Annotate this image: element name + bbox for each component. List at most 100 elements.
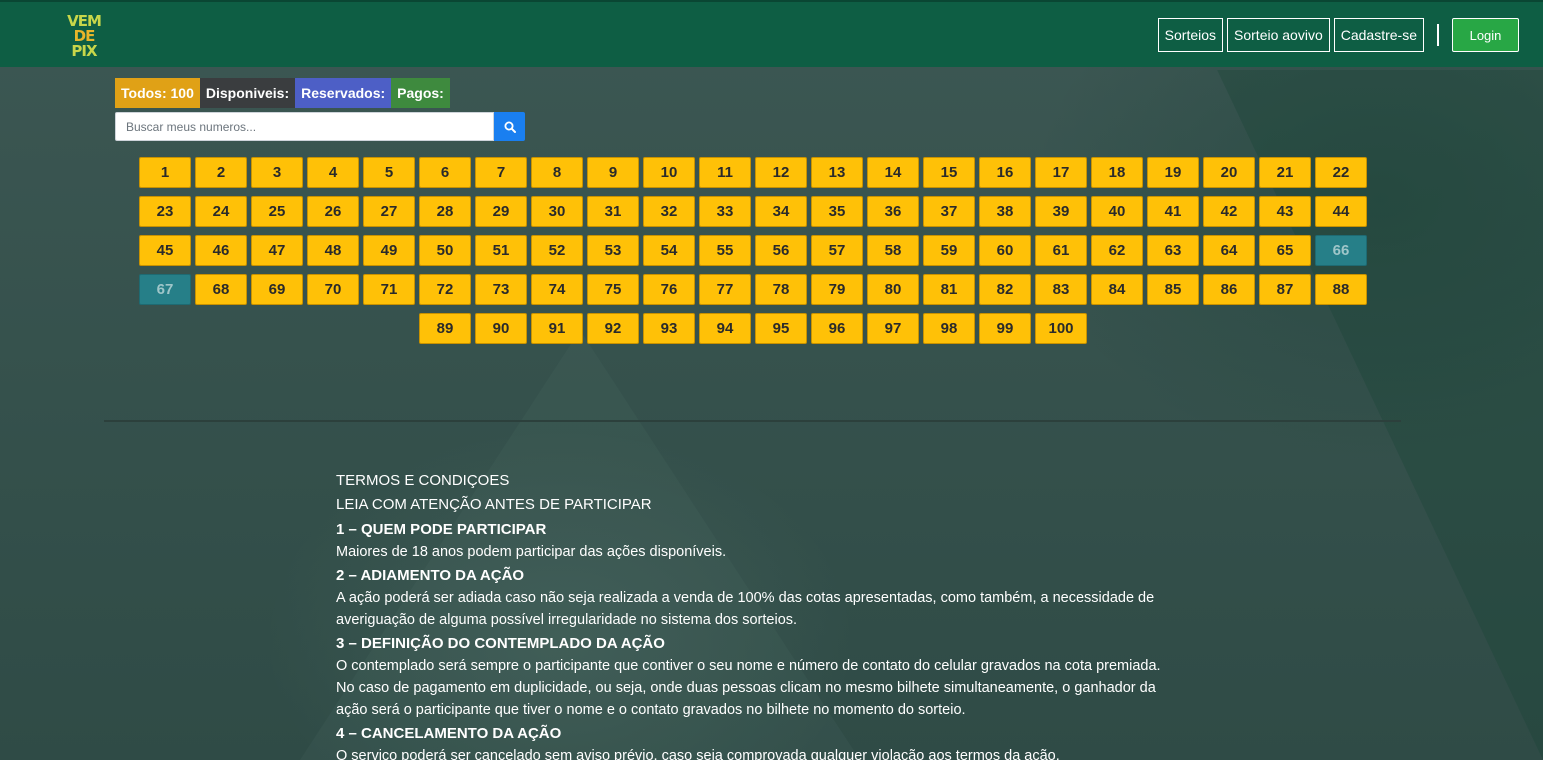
number-tile[interactable]: 45 — [139, 235, 191, 266]
number-tile[interactable]: 37 — [923, 196, 975, 227]
number-tile[interactable]: 59 — [923, 235, 975, 266]
number-tile[interactable]: 69 — [251, 274, 303, 305]
number-tile[interactable]: 33 — [699, 196, 751, 227]
number-tile[interactable]: 75 — [587, 274, 639, 305]
number-tile[interactable]: 14 — [867, 157, 919, 188]
number-tile[interactable]: 68 — [195, 274, 247, 305]
nav-sorteio-aovivo[interactable]: Sorteio aovivo — [1227, 18, 1330, 52]
number-tile[interactable]: 42 — [1203, 196, 1255, 227]
number-tile[interactable]: 25 — [251, 196, 303, 227]
number-tile[interactable]: 23 — [139, 196, 191, 227]
number-tile[interactable]: 29 — [475, 196, 527, 227]
number-tile[interactable]: 91 — [531, 313, 583, 344]
number-tile[interactable]: 3 — [251, 157, 303, 188]
search-button[interactable] — [494, 112, 525, 141]
number-tile[interactable]: 81 — [923, 274, 975, 305]
number-tile[interactable]: 47 — [251, 235, 303, 266]
number-tile[interactable]: 71 — [363, 274, 415, 305]
number-tile[interactable]: 32 — [643, 196, 695, 227]
number-tile[interactable]: 11 — [699, 157, 751, 188]
number-tile[interactable]: 39 — [1035, 196, 1087, 227]
number-tile[interactable]: 50 — [419, 235, 471, 266]
number-tile[interactable]: 4 — [307, 157, 359, 188]
number-tile[interactable]: 80 — [867, 274, 919, 305]
number-tile[interactable]: 22 — [1315, 157, 1367, 188]
number-tile[interactable]: 53 — [587, 235, 639, 266]
nav-cadastre-se[interactable]: Cadastre-se — [1333, 18, 1424, 52]
number-tile[interactable]: 82 — [979, 274, 1031, 305]
number-tile[interactable]: 43 — [1259, 196, 1311, 227]
filter-reserved[interactable]: Reservados: — [295, 78, 392, 108]
number-tile[interactable]: 17 — [1035, 157, 1087, 188]
number-tile[interactable]: 7 — [475, 157, 527, 188]
number-tile[interactable]: 52 — [531, 235, 583, 266]
number-tile[interactable]: 12 — [755, 157, 807, 188]
number-tile[interactable]: 55 — [699, 235, 751, 266]
number-tile[interactable]: 86 — [1203, 274, 1255, 305]
number-tile[interactable]: 89 — [419, 313, 471, 344]
number-tile[interactable]: 30 — [531, 196, 583, 227]
number-tile[interactable]: 93 — [643, 313, 695, 344]
number-tile[interactable]: 83 — [1035, 274, 1087, 305]
number-tile[interactable]: 77 — [699, 274, 751, 305]
number-tile[interactable]: 48 — [307, 235, 359, 266]
number-tile[interactable]: 88 — [1315, 274, 1367, 305]
number-tile[interactable]: 58 — [867, 235, 919, 266]
number-tile[interactable]: 38 — [979, 196, 1031, 227]
number-tile[interactable]: 18 — [1091, 157, 1143, 188]
number-tile[interactable]: 57 — [811, 235, 863, 266]
number-tile[interactable]: 34 — [755, 196, 807, 227]
filter-paid[interactable]: Pagos: — [391, 78, 450, 108]
number-tile[interactable]: 5 — [363, 157, 415, 188]
number-tile[interactable]: 26 — [307, 196, 359, 227]
number-tile[interactable]: 46 — [195, 235, 247, 266]
filter-all[interactable]: Todos: 100 — [115, 78, 200, 108]
number-tile[interactable]: 92 — [587, 313, 639, 344]
number-tile[interactable]: 44 — [1315, 196, 1367, 227]
number-tile[interactable]: 60 — [979, 235, 1031, 266]
number-tile[interactable]: 15 — [923, 157, 975, 188]
number-tile[interactable]: 87 — [1259, 274, 1311, 305]
number-tile[interactable]: 27 — [363, 196, 415, 227]
number-tile[interactable]: 98 — [923, 313, 975, 344]
login-button[interactable]: Login — [1452, 18, 1519, 52]
number-tile[interactable]: 28 — [419, 196, 471, 227]
number-tile[interactable]: 100 — [1035, 313, 1087, 344]
number-tile[interactable]: 6 — [419, 157, 471, 188]
number-tile[interactable]: 56 — [755, 235, 807, 266]
number-tile[interactable]: 79 — [811, 274, 863, 305]
number-tile-reserved[interactable]: 66 — [1315, 235, 1367, 266]
number-tile-reserved[interactable]: 67 — [139, 274, 191, 305]
number-tile[interactable]: 35 — [811, 196, 863, 227]
number-tile[interactable]: 95 — [755, 313, 807, 344]
number-tile[interactable]: 65 — [1259, 235, 1311, 266]
number-tile[interactable]: 51 — [475, 235, 527, 266]
number-tile[interactable]: 20 — [1203, 157, 1255, 188]
number-tile[interactable]: 2 — [195, 157, 247, 188]
number-tile[interactable]: 41 — [1147, 196, 1199, 227]
number-tile[interactable]: 94 — [699, 313, 751, 344]
number-tile[interactable]: 73 — [475, 274, 527, 305]
number-tile[interactable]: 76 — [643, 274, 695, 305]
number-tile[interactable]: 19 — [1147, 157, 1199, 188]
number-tile[interactable]: 36 — [867, 196, 919, 227]
number-tile[interactable]: 85 — [1147, 274, 1199, 305]
number-tile[interactable]: 24 — [195, 196, 247, 227]
number-tile[interactable]: 63 — [1147, 235, 1199, 266]
number-tile[interactable]: 16 — [979, 157, 1031, 188]
search-input[interactable] — [115, 112, 494, 141]
number-tile[interactable]: 74 — [531, 274, 583, 305]
site-logo[interactable]: VEM DE PIX — [58, 10, 110, 62]
number-tile[interactable]: 49 — [363, 235, 415, 266]
number-tile[interactable]: 61 — [1035, 235, 1087, 266]
number-tile[interactable]: 96 — [811, 313, 863, 344]
number-tile[interactable]: 54 — [643, 235, 695, 266]
number-tile[interactable]: 64 — [1203, 235, 1255, 266]
number-tile[interactable]: 70 — [307, 274, 359, 305]
number-tile[interactable]: 1 — [139, 157, 191, 188]
number-tile[interactable]: 99 — [979, 313, 1031, 344]
number-tile[interactable]: 8 — [531, 157, 583, 188]
number-tile[interactable]: 13 — [811, 157, 863, 188]
filter-available[interactable]: Disponiveis: — [199, 78, 296, 108]
number-tile[interactable]: 40 — [1091, 196, 1143, 227]
